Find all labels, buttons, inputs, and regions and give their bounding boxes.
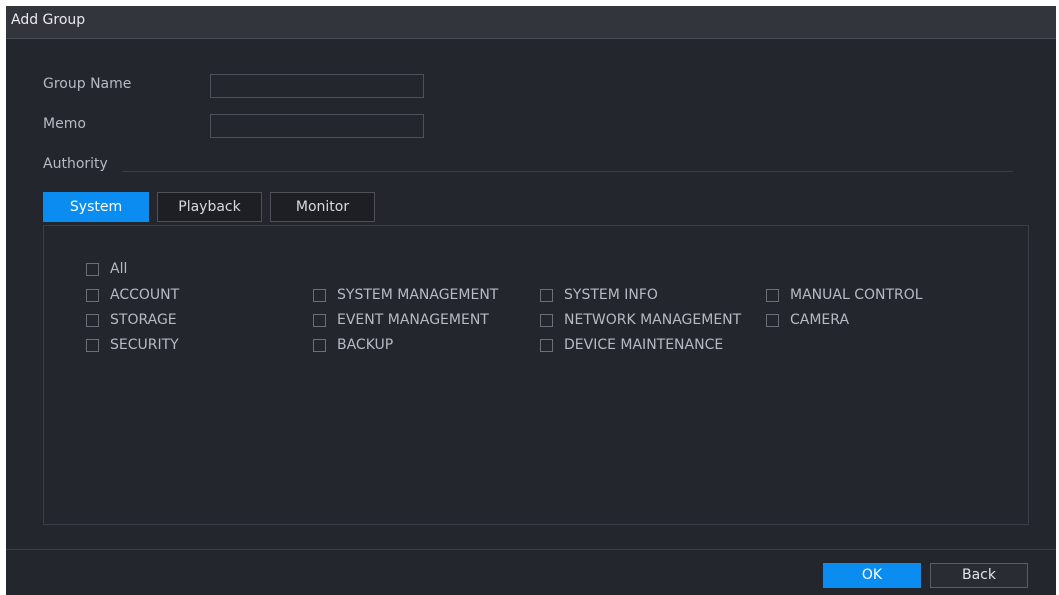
checkbox-storage[interactable]: STORAGE [86, 311, 177, 329]
checkbox-box[interactable] [86, 338, 99, 352]
checkbox-device-maintenance[interactable]: DEVICE MAINTENANCE [540, 336, 723, 354]
checkbox-box[interactable] [313, 288, 326, 302]
checkbox-system-info[interactable]: SYSTEM INFO [540, 286, 658, 304]
add-group-dialog: Add Group Group Name Memo Authority Syst… [6, 6, 1056, 595]
checkbox-all[interactable]: All [86, 260, 127, 278]
checkbox-label: CAMERA [790, 312, 850, 328]
dialog-titlebar: Add Group [6, 6, 1056, 39]
tab-playback[interactable]: Playback [157, 192, 262, 222]
authority-label: Authority [43, 156, 108, 172]
checkbox-label: STORAGE [110, 312, 177, 328]
checkbox-manual-control[interactable]: MANUAL CONTROL [766, 286, 923, 304]
checkbox-camera[interactable]: CAMERA [766, 311, 849, 329]
footer-divider [6, 549, 1056, 550]
dialog-title: Add Group [11, 12, 86, 28]
checkbox-box[interactable] [766, 313, 779, 327]
tab-monitor[interactable]: Monitor [270, 192, 375, 222]
checkbox-label: DEVICE MAINTENANCE [564, 337, 724, 353]
checkbox-network-management[interactable]: NETWORK MANAGEMENT [540, 311, 741, 329]
checkbox-box[interactable] [86, 262, 99, 276]
checkbox-label: NETWORK MANAGEMENT [564, 312, 742, 328]
checkbox-security[interactable]: SECURITY [86, 336, 179, 354]
checkbox-box[interactable] [313, 313, 326, 327]
checkbox-label: SYSTEM INFO [564, 287, 658, 303]
checkbox-label: BACKUP [337, 337, 394, 353]
checkbox-label: SECURITY [110, 337, 179, 353]
checkbox-account[interactable]: ACCOUNT [86, 286, 179, 304]
checkbox-box[interactable] [766, 288, 779, 302]
checkbox-box[interactable] [86, 288, 99, 302]
checkbox-backup[interactable]: BACKUP [313, 336, 393, 354]
checkbox-box[interactable] [540, 338, 553, 352]
back-button[interactable]: Back [930, 563, 1028, 588]
checkbox-event-management[interactable]: EVENT MANAGEMENT [313, 311, 489, 329]
checkbox-box[interactable] [86, 313, 99, 327]
group-name-input[interactable] [210, 74, 424, 98]
checkbox-box[interactable] [540, 288, 553, 302]
checkbox-label: SYSTEM MANAGEMENT [337, 287, 499, 303]
checkbox-box[interactable] [313, 338, 326, 352]
checkbox-label: EVENT MANAGEMENT [337, 312, 489, 328]
memo-label: Memo [43, 116, 86, 132]
memo-input[interactable] [210, 114, 424, 138]
group-name-label: Group Name [43, 76, 132, 92]
checkbox-label: All [110, 261, 128, 277]
tab-system[interactable]: System [43, 192, 149, 222]
ok-button[interactable]: OK [823, 563, 921, 588]
checkbox-label: MANUAL CONTROL [790, 287, 923, 303]
checkbox-box[interactable] [540, 313, 553, 327]
authority-divider [122, 171, 1013, 172]
checkbox-system-management[interactable]: SYSTEM MANAGEMENT [313, 286, 498, 304]
permissions-panel [43, 225, 1029, 525]
checkbox-label: ACCOUNT [110, 287, 180, 303]
